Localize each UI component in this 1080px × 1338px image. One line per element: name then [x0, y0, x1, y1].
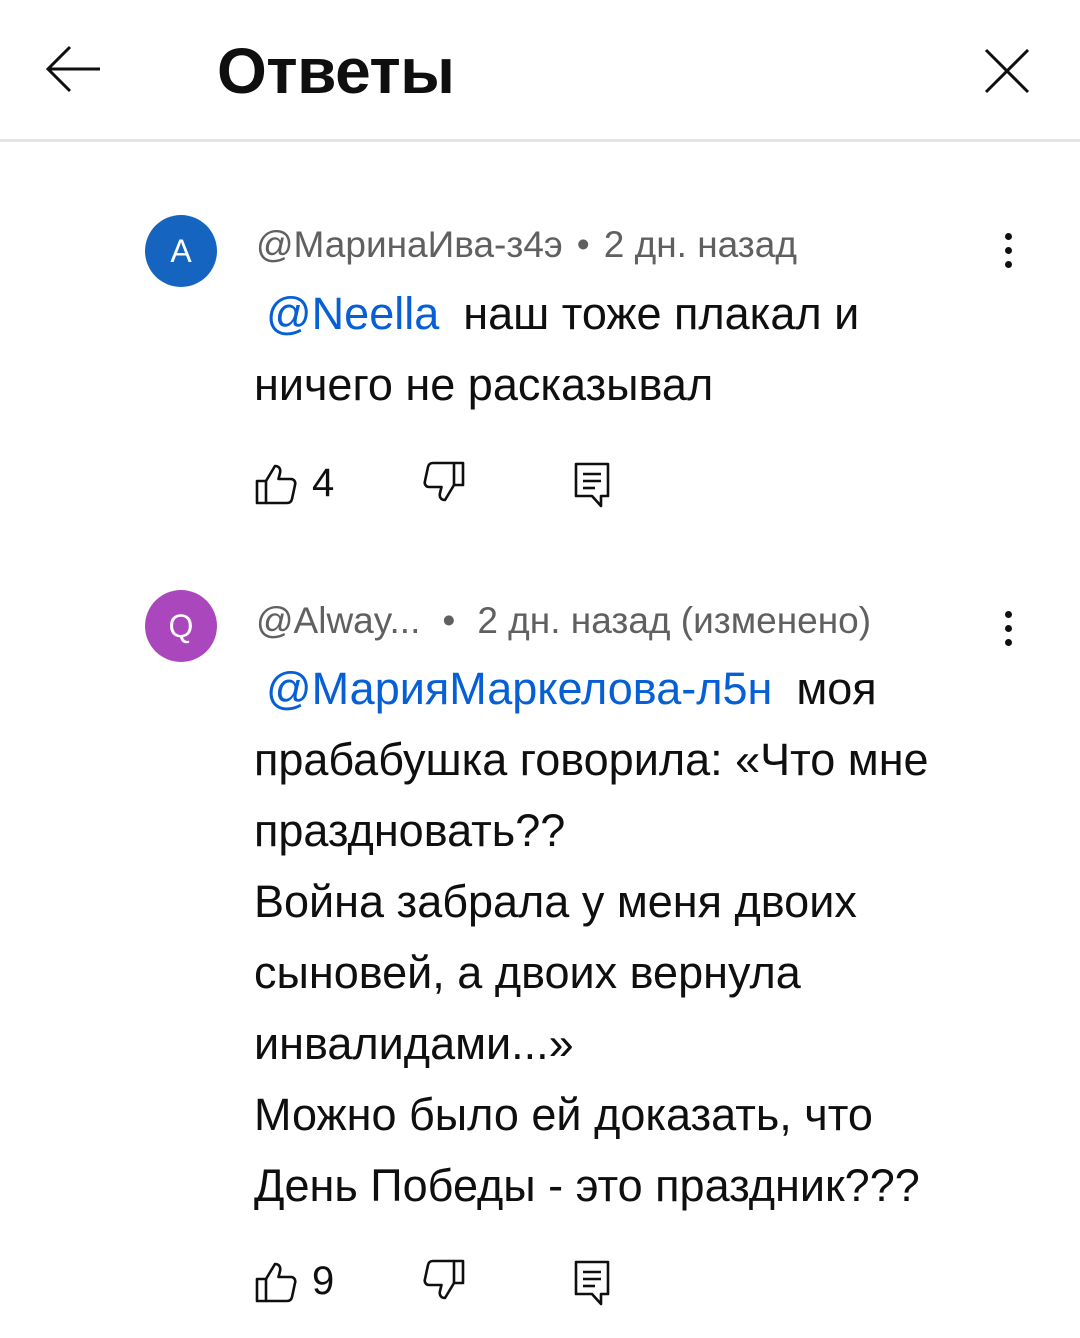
comment-text: @МарияМаркелова-л5н моя прабабушка говори…: [254, 653, 1014, 1221]
thumb-up-icon: [255, 1262, 297, 1303]
thumb-down-icon: [423, 461, 465, 502]
comment-line: Война забрала у меня двоих: [254, 876, 857, 927]
close-icon: [984, 48, 1030, 94]
comment-line: ничего не расказывал: [254, 359, 714, 410]
thumb-up-icon: [255, 464, 297, 505]
author-name[interactable]: @МаринаИва-з4э: [256, 224, 563, 265]
more-vertical-icon: [1005, 233, 1012, 240]
mention-link[interactable]: @МарияМаркелова-л5н: [266, 663, 772, 714]
more-vertical-icon: [1005, 611, 1012, 618]
comment-text: @Neella наш тоже плакал и ничего не раска…: [254, 278, 1014, 420]
more-options-button[interactable]: [990, 602, 1026, 652]
comment-line: прабабушка говорила: «Что мне: [254, 734, 929, 785]
comment-time: 2 дн. назад: [603, 224, 797, 265]
comment-time: 2 дн. назад (изменено): [477, 600, 872, 641]
comment-meta: @Alway... • 2 дн. назад (изменено): [256, 596, 871, 646]
avatar[interactable]: Q: [145, 590, 217, 662]
comment-line: инвалидами...»: [254, 1018, 574, 1069]
comment-line-text: моя: [796, 663, 877, 714]
reply-button[interactable]: [572, 460, 622, 510]
thumb-down-icon: [423, 1259, 465, 1300]
author-name[interactable]: @Alway...: [256, 600, 420, 641]
dislike-button[interactable]: [422, 460, 472, 510]
page-title: Ответы: [217, 35, 455, 107]
reply-button[interactable]: [572, 1258, 622, 1308]
comment-line: День Победы - это праздник???: [254, 1160, 920, 1211]
comment-meta: @МаринаИва-з4э • 2 дн. назад: [256, 220, 797, 270]
dislike-button[interactable]: [422, 1258, 472, 1308]
avatar[interactable]: A: [145, 215, 217, 287]
like-count: 4: [312, 461, 335, 505]
comment-line: @Neella наш тоже плакал и: [254, 278, 1014, 349]
comment-line: праздновать??: [254, 805, 566, 856]
more-dot: [1005, 261, 1012, 268]
more-dot: [1005, 639, 1012, 646]
like-button[interactable]: 4: [254, 460, 344, 510]
top-bar: Ответы: [0, 0, 1080, 142]
comment-line: сыновей, а двоих вернула: [254, 947, 801, 998]
more-dot: [1005, 247, 1012, 254]
meta-separator: •: [442, 600, 456, 641]
more-dot: [1005, 625, 1012, 632]
comment-line: Можно было ей доказать, что: [254, 1089, 873, 1140]
close-button[interactable]: [974, 38, 1040, 104]
like-button[interactable]: 9: [254, 1258, 344, 1308]
comment-line: @МарияМаркелова-л5н моя: [254, 653, 1014, 724]
like-count: 9: [312, 1259, 335, 1303]
back-button[interactable]: [40, 38, 106, 104]
comment-line-text: наш тоже плакал и: [463, 288, 860, 339]
meta-separator: •: [576, 224, 590, 265]
reply-comment-icon: [574, 1260, 610, 1306]
reply-comment-icon: [574, 462, 610, 508]
more-options-button[interactable]: [990, 224, 1026, 274]
mention-link[interactable]: @Neella: [266, 288, 439, 339]
arrow-left-icon: [45, 45, 100, 93]
